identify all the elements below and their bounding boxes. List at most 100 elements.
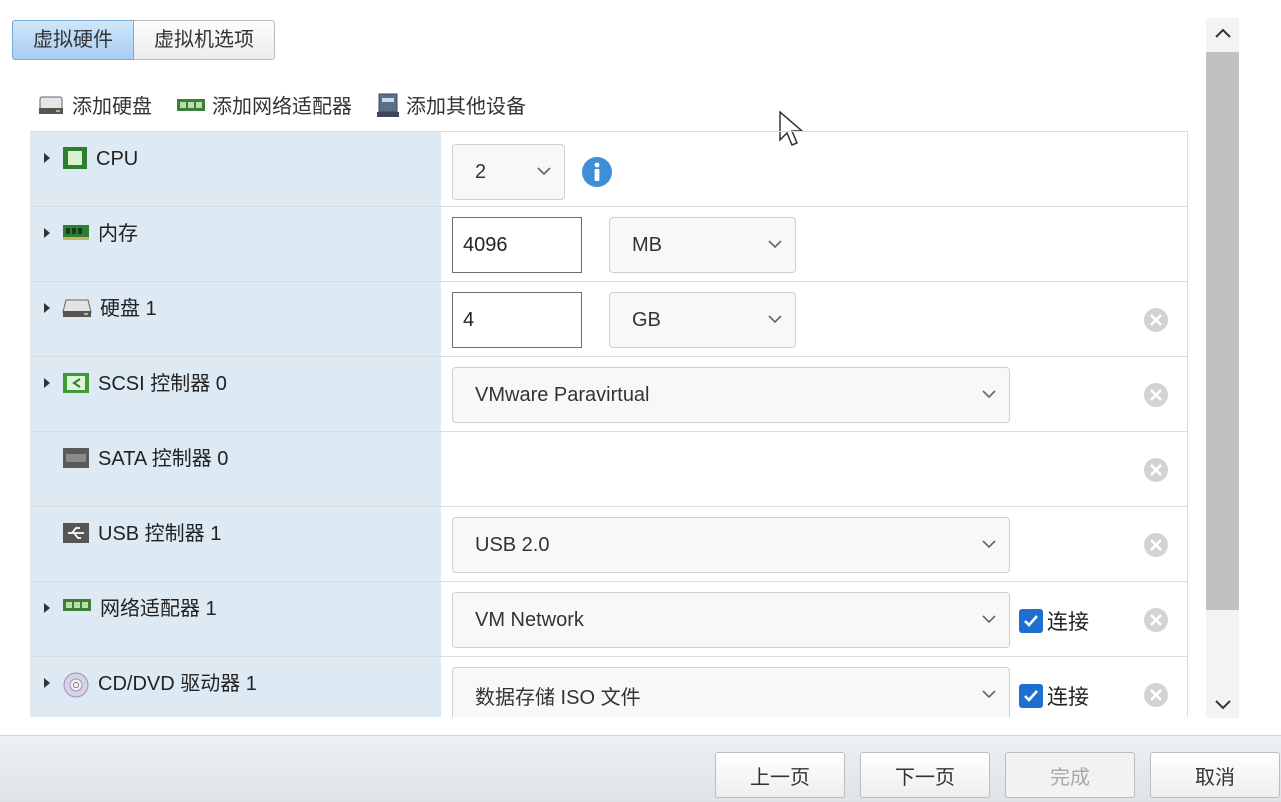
network-select[interactable]: VM Network <box>452 592 1010 648</box>
expand-caret-icon[interactable] <box>40 596 54 614</box>
sata-label: SATA 控制器 0 <box>98 448 229 470</box>
checkmark-icon[interactable] <box>1019 684 1043 708</box>
remove-icon[interactable] <box>1143 382 1169 408</box>
table-row-memory: 内存 4096 MB <box>30 207 1188 282</box>
table-row-disk: 硬盘 1 4 GB <box>30 282 1188 357</box>
row-label: USB 控制器 1 <box>30 507 441 581</box>
cddvd-connect-label: 连接 <box>1047 686 1089 709</box>
memory-unit-select[interactable]: MB <box>609 217 796 273</box>
row-label: CD/DVD 驱动器 1 <box>30 657 441 717</box>
row-label: SATA 控制器 0 <box>30 432 441 506</box>
device-icon <box>377 93 399 117</box>
network-connect-checkbox[interactable]: 连接 <box>1019 606 1089 636</box>
memory-size-value: 4096 <box>463 233 508 256</box>
disk-unit-value: GB <box>632 308 661 331</box>
scsi-type-value: VMware Paravirtual <box>475 383 650 406</box>
sata-controller-icon <box>62 446 90 470</box>
usb-type-value: USB 2.0 <box>475 533 550 556</box>
hard-disk-icon <box>39 96 63 114</box>
add-disk-label: 添加硬盘 <box>72 96 152 118</box>
vertical-scrollbar[interactable] <box>1206 18 1239 718</box>
row-label: SCSI 控制器 0 <box>30 357 441 431</box>
usb-label: USB 控制器 1 <box>98 523 222 545</box>
disk-size-value: 4 <box>463 308 475 331</box>
info-icon[interactable] <box>581 156 613 188</box>
table-row-usb: USB 控制器 1 USB 2.0 <box>30 507 1188 582</box>
table-row-cpu: CPU 2 <box>30 132 1188 207</box>
network-label: 网络适配器 1 <box>100 598 217 620</box>
memory-unit-value: MB <box>632 233 662 256</box>
cddvd-connect-checkbox[interactable]: 连接 <box>1019 681 1089 711</box>
add-network-adapter-button[interactable]: 添加网络适配器 <box>176 90 352 119</box>
scroll-up-icon[interactable] <box>1214 26 1232 40</box>
expand-caret-icon[interactable] <box>40 221 54 239</box>
cpu-label: CPU <box>96 148 139 170</box>
remove-icon[interactable] <box>1143 532 1169 558</box>
remove-icon[interactable] <box>1143 457 1169 483</box>
expand-caret-icon[interactable] <box>40 146 54 164</box>
table-row-sata: SATA 控制器 0 <box>30 432 1188 507</box>
cddvd-source-value: 数据存储 ISO 文件 <box>475 686 641 709</box>
chevron-down-icon <box>982 615 996 624</box>
dialog-footer: 上一页 下一页 完成 取消 <box>0 735 1281 802</box>
chevron-down-icon <box>982 690 996 699</box>
chevron-down-icon <box>982 390 996 399</box>
row-label: 内存 <box>30 207 441 281</box>
remove-icon[interactable] <box>1143 682 1169 708</box>
cpu-icon <box>62 146 88 170</box>
add-other-device-label: 添加其他设备 <box>406 96 526 118</box>
memory-icon <box>62 221 90 243</box>
toolbar: 添加硬盘 添加网络适配器 添加其他设备 <box>38 90 550 119</box>
chevron-down-icon <box>982 540 996 549</box>
finish-button[interactable]: 完成 <box>1005 752 1135 798</box>
chevron-down-icon <box>537 167 551 176</box>
scrollbar-thumb[interactable] <box>1206 52 1239 610</box>
network-connect-label: 连接 <box>1047 611 1089 634</box>
table-row-scsi: SCSI 控制器 0 VMware Paravirtual <box>30 357 1188 432</box>
usb-type-select[interactable]: USB 2.0 <box>452 517 1010 573</box>
network-card-icon <box>62 596 92 614</box>
tab-bar: 虚拟硬件 虚拟机选项 <box>12 20 275 60</box>
network-card-icon <box>177 98 205 111</box>
remove-icon[interactable] <box>1143 607 1169 633</box>
add-disk-button[interactable]: 添加硬盘 <box>38 90 152 119</box>
disk-size-input[interactable]: 4 <box>452 292 582 348</box>
hard-disk-icon <box>62 296 92 318</box>
back-button[interactable]: 上一页 <box>715 752 845 798</box>
scsi-controller-icon <box>62 371 90 395</box>
cpu-count-value: 2 <box>475 160 487 183</box>
add-other-device-button[interactable]: 添加其他设备 <box>376 90 526 119</box>
row-label: CPU <box>30 132 441 206</box>
memory-label: 内存 <box>98 223 138 245</box>
tab-virtual-hardware[interactable]: 虚拟硬件 <box>12 20 134 60</box>
expand-caret-icon[interactable] <box>40 296 54 314</box>
table-row-network: 网络适配器 1 VM Network 连接 <box>30 582 1188 657</box>
vm-hardware-dialog: 虚拟硬件 虚拟机选项 添加硬盘 添加网络适配器 添加其他设备 CPU 2 内存 … <box>0 0 1281 802</box>
memory-size-input[interactable]: 4096 <box>452 217 582 273</box>
disk-label: 硬盘 1 <box>100 298 157 320</box>
usb-controller-icon <box>62 521 90 545</box>
disk-unit-select[interactable]: GB <box>609 292 796 348</box>
scsi-type-select[interactable]: VMware Paravirtual <box>452 367 1010 423</box>
network-value: VM Network <box>475 608 584 631</box>
cddvd-source-select[interactable]: 数据存储 ISO 文件 <box>452 667 1010 717</box>
row-label: 网络适配器 1 <box>30 582 441 656</box>
next-button[interactable]: 下一页 <box>860 752 990 798</box>
row-label: 硬盘 1 <box>30 282 441 356</box>
chevron-down-icon <box>768 240 782 249</box>
tab-vm-options[interactable]: 虚拟机选项 <box>134 20 275 60</box>
scroll-down-icon[interactable] <box>1214 698 1232 712</box>
hardware-table: CPU 2 内存 4096 MB 硬盘 1 4 GB SCSI 控制器 0 VM… <box>30 131 1188 717</box>
cd-dvd-icon <box>62 671 90 699</box>
cancel-button[interactable]: 取消 <box>1150 752 1280 798</box>
expand-caret-icon[interactable] <box>40 671 54 689</box>
chevron-down-icon <box>768 315 782 324</box>
table-row-cddvd: CD/DVD 驱动器 1 数据存储 ISO 文件 连接 <box>30 657 1188 717</box>
cpu-count-select[interactable]: 2 <box>452 144 565 200</box>
add-network-adapter-label: 添加网络适配器 <box>212 96 352 118</box>
expand-caret-icon[interactable] <box>40 371 54 389</box>
scsi-label: SCSI 控制器 0 <box>98 373 227 395</box>
cddvd-label: CD/DVD 驱动器 1 <box>98 673 257 695</box>
checkmark-icon[interactable] <box>1019 609 1043 633</box>
remove-icon[interactable] <box>1143 307 1169 333</box>
